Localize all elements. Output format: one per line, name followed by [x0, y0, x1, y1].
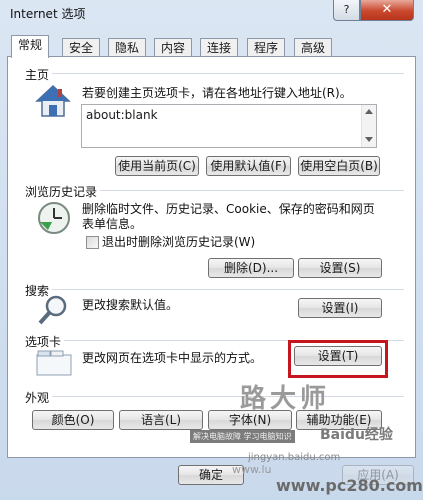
home-group-title: 主页 — [25, 66, 53, 83]
tabs-window-icon — [36, 350, 72, 376]
close-button[interactable]: ✕ — [360, 0, 414, 21]
title-bar: Internet 选项 ? ✕ — [0, 0, 423, 28]
home-description: 若要创建主页选项卡，请在各地址行键入地址(R)。 — [82, 86, 352, 100]
use-default-button[interactable]: 使用默认值(F) — [206, 156, 291, 176]
divider — [28, 73, 404, 74]
watermark-title: 路大师 — [240, 384, 331, 414]
use-current-button[interactable]: 使用当前页(C) — [115, 156, 199, 176]
scroll-up-icon[interactable] — [365, 109, 373, 114]
tab-content[interactable]: 内容 — [154, 38, 193, 57]
tab-advanced[interactable]: 高级 — [294, 38, 333, 57]
tab-programs[interactable]: 程序 — [247, 38, 286, 57]
watermark-prefix: www.lu — [232, 463, 272, 476]
tabs-description: 更改网页在选项卡中显示的方式。 — [82, 351, 263, 365]
home-url-field[interactable]: about:blank — [81, 104, 377, 148]
tabs-group-title: 选项卡 — [25, 333, 65, 350]
watermark-site-pc280: www.pc280.com — [276, 476, 423, 495]
history-description-line2: 表单信息。 — [82, 217, 143, 231]
divider — [28, 289, 404, 290]
colors-button[interactable]: 颜色(O) — [32, 410, 114, 430]
help-button[interactable]: ? — [333, 0, 360, 21]
history-settings-button[interactable]: 设置(S) — [298, 258, 382, 278]
watermark-brand: Baidu经验 — [320, 427, 393, 443]
home-icon — [34, 83, 72, 119]
use-blank-button[interactable]: 使用空白页(B) — [298, 156, 380, 176]
watermark-site-baidu: jingyan.baidu.com — [248, 452, 341, 463]
delete-on-exit-label[interactable]: 退出时删除浏览历史记录(W) — [102, 235, 255, 250]
history-clock-icon — [36, 200, 72, 236]
delete-on-exit-checkbox[interactable] — [86, 236, 99, 249]
history-group-title: 浏览历史记录 — [25, 183, 101, 200]
history-description-line1: 删除临时文件、历史记录、Cookie、保存的密码和网页 — [82, 202, 375, 216]
tab-general[interactable]: 常规 — [11, 35, 50, 58]
appearance-group-title: 外观 — [25, 389, 53, 406]
tab-connections[interactable]: 连接 — [200, 38, 239, 57]
scroll-down-icon[interactable] — [365, 137, 373, 142]
tab-security[interactable]: 安全 — [62, 38, 101, 57]
languages-button[interactable]: 语言(L) — [119, 410, 203, 430]
delete-history-button[interactable]: 删除(D)... — [208, 258, 294, 278]
home-url-value: about:blank — [86, 108, 158, 122]
divider — [34, 396, 404, 397]
search-settings-button[interactable]: 设置(I) — [298, 298, 382, 318]
window-title: Internet 选项 — [10, 7, 86, 21]
home-url-scrollbar[interactable] — [361, 105, 376, 147]
tab-privacy[interactable]: 隐私 — [108, 38, 147, 57]
search-icon — [36, 293, 70, 327]
search-description: 更改搜索默认值。 — [82, 298, 179, 312]
watermark-subtitle: 解决电脑故障 学习电脑知识 — [190, 430, 295, 443]
highlight-frame — [288, 340, 388, 378]
